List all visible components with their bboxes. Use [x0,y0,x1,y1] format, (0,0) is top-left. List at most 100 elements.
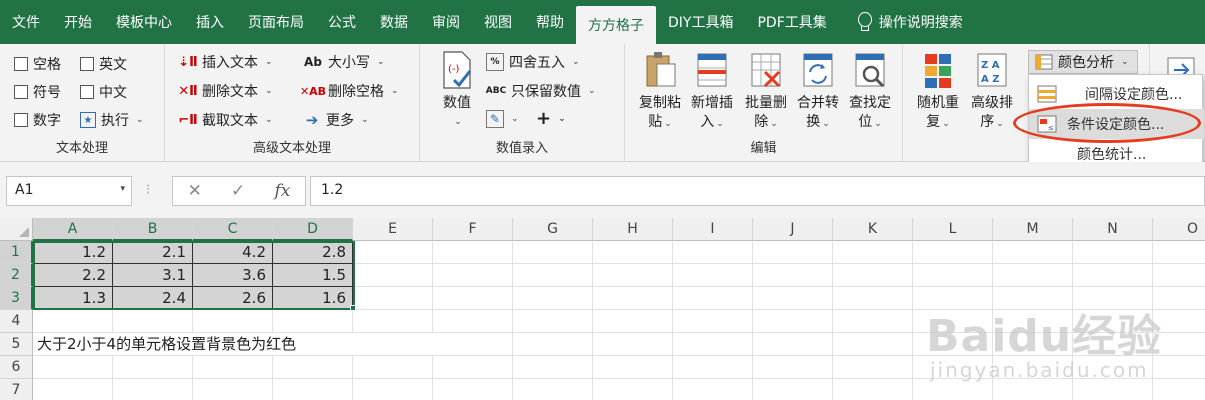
copy-paste-button[interactable]: 复制粘 贴 ⌄ [633,50,687,134]
extract-text-button[interactable]: ⌐Ⅱ 截取文本 ⌄ [178,110,272,130]
column-header-a[interactable]: A [33,218,113,241]
column-header-h[interactable]: H [593,218,673,241]
cell-l1[interactable] [913,241,993,264]
cell-h1[interactable] [593,241,673,264]
checkbox-space[interactable]: 空格 [14,54,61,74]
batch-delete-button[interactable]: 批量删 除 ⌄ [739,50,793,134]
cell-h7[interactable] [593,379,673,400]
row-header-7[interactable]: 7 [0,379,33,400]
tell-me-search[interactable]: 操作说明搜索 [839,0,975,44]
cell-g4[interactable] [513,310,593,333]
column-header-m[interactable]: M [993,218,1073,241]
cell-a5[interactable]: 大于2小于4的单元格设置背景色为红色 [33,333,433,356]
cell-a3[interactable]: 1.3 [33,287,113,310]
cell-h2[interactable] [593,264,673,287]
cell-a2[interactable]: 2.2 [33,264,113,287]
tab-data[interactable]: 数据 [368,0,420,44]
column-header-g[interactable]: G [513,218,593,241]
cell-i2[interactable] [673,264,753,287]
cell-f1[interactable] [433,241,513,264]
tab-template-center[interactable]: 模板中心 [104,0,184,44]
cell-j6[interactable] [753,356,833,379]
chevron-down-icon[interactable]: ▾ [120,184,125,194]
cell-b7[interactable] [113,379,193,400]
case-button[interactable]: Ab 大小写 ⌄ [303,52,385,72]
cell-c1[interactable]: 4.2 [193,241,273,264]
cell-j2[interactable] [753,264,833,287]
tab-page-layout[interactable]: 页面布局 [236,0,316,44]
edit-dropdown-button[interactable]: ✎ ⌄ [486,110,519,128]
cell-d4[interactable] [273,310,353,333]
new-insert-button[interactable]: 新增插 入 ⌄ [685,50,739,134]
tab-file[interactable]: 文件 [0,0,52,44]
column-header-l[interactable]: L [913,218,993,241]
random-repeat-button[interactable]: 随机重 复 ⌄ [911,50,965,134]
cell-d3[interactable]: 1.6 [273,287,353,310]
insert-function-icon[interactable]: fx [275,181,291,201]
cell-f4[interactable] [433,310,513,333]
column-header-o[interactable]: O [1153,218,1205,241]
more-button[interactable]: ➔ 更多 ⌄ [303,110,369,130]
tab-formulas[interactable]: 公式 [316,0,368,44]
cancel-icon[interactable]: ✕ [188,181,202,201]
cell-o1[interactable] [1153,241,1205,264]
cell-c7[interactable] [193,379,273,400]
row-header-3[interactable]: 3 [0,287,33,310]
cell-k2[interactable] [833,264,913,287]
cell-d7[interactable] [273,379,353,400]
cell-j4[interactable] [753,310,833,333]
checkbox-number[interactable]: 数字 [14,110,61,130]
column-header-e[interactable]: E [353,218,433,241]
name-box[interactable]: A1 ▾ [6,176,132,206]
round-button[interactable]: % 四舍五入 ⌄ [486,52,580,72]
column-header-j[interactable]: J [753,218,833,241]
cell-c2[interactable]: 3.6 [193,264,273,287]
cell-a4[interactable] [33,310,113,333]
tab-insert[interactable]: 插入 [184,0,236,44]
cell-l7[interactable] [913,379,993,400]
cell-k6[interactable] [833,356,913,379]
column-header-i[interactable]: I [673,218,753,241]
tab-home[interactable]: 开始 [52,0,104,44]
confirm-icon[interactable]: ✓ [231,181,245,201]
cell-g5[interactable] [513,333,593,356]
cell-m2[interactable] [993,264,1073,287]
row-header-1[interactable]: 1 [0,241,33,264]
cell-c6[interactable] [193,356,273,379]
cell-k3[interactable] [833,287,913,310]
tab-help[interactable]: 帮助 [524,0,576,44]
cell-g3[interactable] [513,287,593,310]
cell-g2[interactable] [513,264,593,287]
cell-a6[interactable] [33,356,113,379]
keep-value-button[interactable]: ABC 只保留数值 ⌄ [486,81,596,101]
cell-d1[interactable]: 2.8 [273,241,353,264]
cell-i7[interactable] [673,379,753,400]
cell-c4[interactable] [193,310,273,333]
tab-diy-toolbox[interactable]: DIY工具箱 [656,0,745,44]
cell-g1[interactable] [513,241,593,264]
row-header-5[interactable]: 5 [0,333,33,356]
cell-m7[interactable] [993,379,1073,400]
splitter-icon[interactable]: ⁝ [146,182,150,198]
tab-fangfang-gezi[interactable]: 方方格子 [576,6,656,44]
checkbox-english[interactable]: 英文 [80,54,127,74]
cell-j5[interactable] [753,333,833,356]
plus-button[interactable]: + ⌄ [536,108,566,129]
cell-n1[interactable] [1073,241,1153,264]
cell-f6[interactable] [433,356,513,379]
row-header-4[interactable]: 4 [0,310,33,333]
cell-b3[interactable]: 2.4 [113,287,193,310]
cell-f2[interactable] [433,264,513,287]
advanced-sort-button[interactable]: Z A A Z 高级排 序 ⌄ [965,50,1019,134]
cell-i1[interactable] [673,241,753,264]
tab-view[interactable]: 视图 [472,0,524,44]
column-header-c[interactable]: C [193,218,273,241]
cell-e1[interactable] [353,241,433,264]
cell-j7[interactable] [753,379,833,400]
cell-h6[interactable] [593,356,673,379]
cell-o2[interactable] [1153,264,1205,287]
execute-button[interactable]: ★ 执行 ⌄ [80,110,144,130]
cell-b4[interactable] [113,310,193,333]
color-analysis-button[interactable]: 颜色分析 ⌄ [1028,50,1138,74]
column-header-f[interactable]: F [433,218,513,241]
